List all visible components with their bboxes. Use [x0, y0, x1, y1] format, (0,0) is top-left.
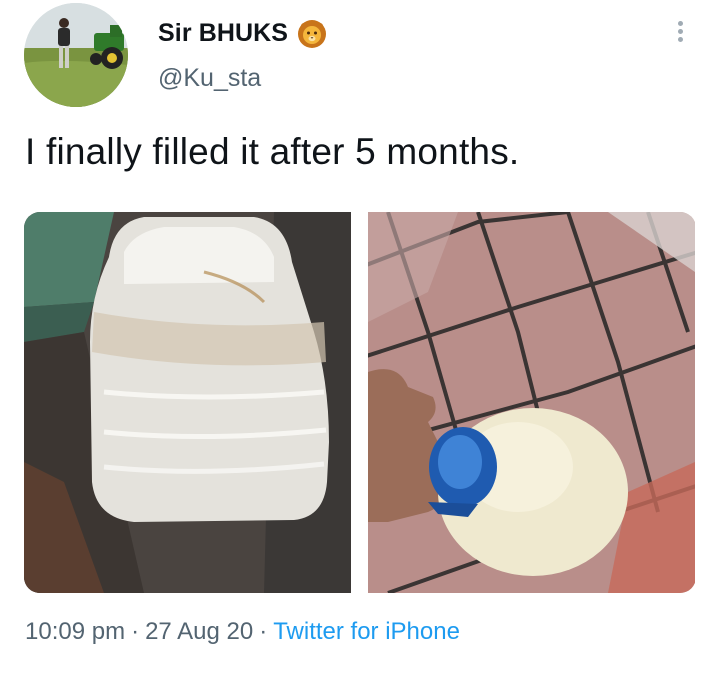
media-photo-2[interactable] — [368, 212, 695, 593]
user-name-row[interactable]: Sir BHUKS — [158, 17, 328, 49]
more-options-icon[interactable] — [670, 18, 690, 48]
bottle-top-photo — [368, 212, 695, 593]
lion-face-icon — [296, 17, 328, 49]
tweet-text: I finally filled it after 5 months. — [25, 131, 520, 172]
separator-dot: · — [131, 618, 140, 645]
separator-dot: · — [259, 618, 268, 645]
user-handle[interactable]: @Ku_sta — [158, 64, 261, 93]
tweet-date[interactable]: 27 Aug 20 — [145, 618, 253, 645]
tweet-time[interactable]: 10:09 pm — [25, 618, 125, 645]
display-name[interactable]: Sir BHUKS — [158, 19, 288, 48]
tweet-card: Sir BHUKS @Ku_sta I finally filled it af… — [0, 0, 720, 675]
bottle-side-photo — [24, 212, 351, 593]
media-photo-1[interactable] — [24, 212, 351, 593]
avatar[interactable] — [24, 3, 128, 107]
tweet-media — [24, 212, 696, 593]
avatar-image — [24, 3, 128, 107]
tweet-meta: 10:09 pm · 27 Aug 20 · Twitter for iPhone — [25, 618, 460, 646]
tweet-source-link[interactable]: Twitter for iPhone — [273, 618, 460, 645]
